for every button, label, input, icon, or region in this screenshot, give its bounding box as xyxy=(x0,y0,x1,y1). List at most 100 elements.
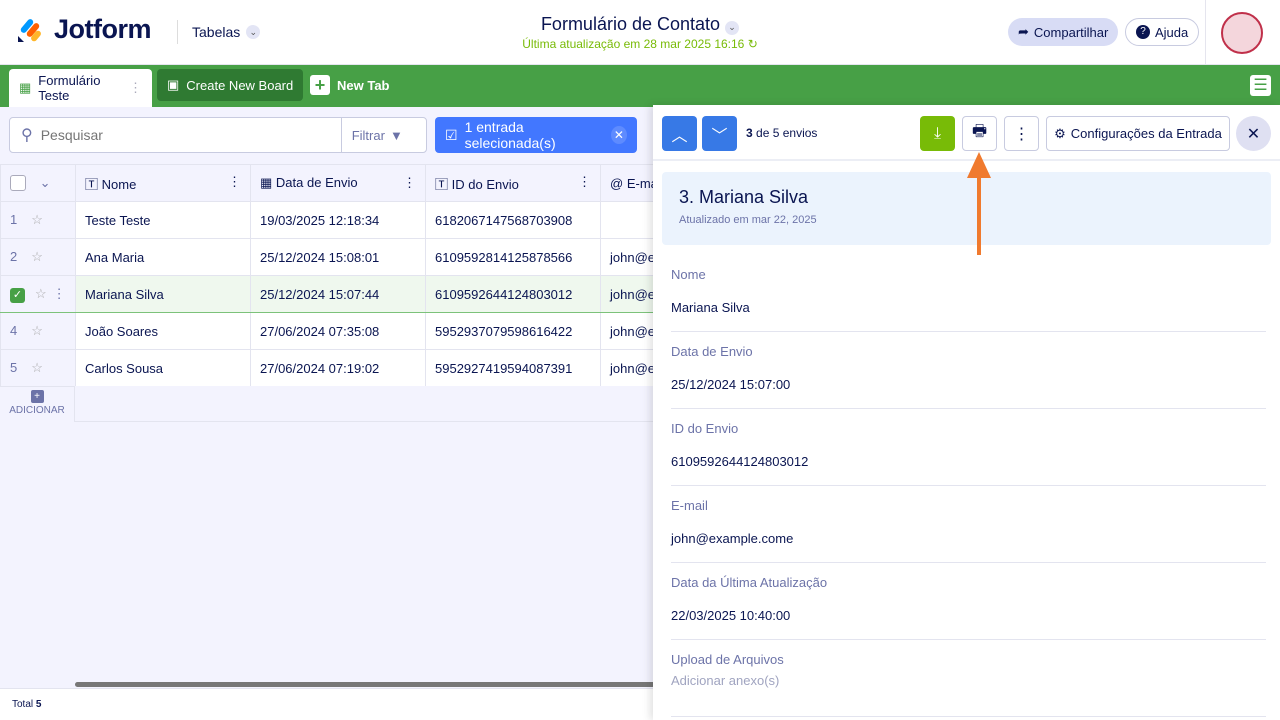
printer-icon: 🖶 xyxy=(971,123,988,140)
entry-field: ID do Envio 6109592644124803012 xyxy=(671,409,1266,486)
chevron-down-icon[interactable]: ⌄ xyxy=(40,175,51,190)
select-all-checkbox[interactable] xyxy=(10,175,26,192)
field-value: john@example.come xyxy=(671,531,794,546)
table-row[interactable]: 4 ☆ João Soares 27/06/2024 07:35:08 59529370… xyxy=(0,312,674,350)
column-header-nome[interactable]: 🅃 Nome ⋮ xyxy=(75,164,251,202)
column-label: ID do Envio xyxy=(451,176,519,192)
cell-id[interactable]: 6109592644124803012 xyxy=(425,275,601,313)
horizontal-scrollbar[interactable] xyxy=(75,682,655,687)
field-value[interactable]: Adicionar anexo(s) xyxy=(671,673,1266,688)
field-label: Data da Última Atualização xyxy=(671,575,828,590)
new-tab-button[interactable]: + New Tab xyxy=(300,69,400,101)
more-icon[interactable]: ⋮ xyxy=(129,80,142,96)
row-menu-icon[interactable]: ⋮ xyxy=(53,286,66,301)
column-header-data-de-envio[interactable]: ▦ Data de Envio ⋮ xyxy=(250,164,426,202)
at-icon: @ xyxy=(610,175,624,191)
new-tab-label: New Tab xyxy=(337,77,390,93)
entry-field: Upload de Arquivos Adicionar anexo(s) xyxy=(671,640,1266,717)
add-row-button[interactable]: + ADICIONAR xyxy=(0,386,75,422)
row-number-cell[interactable]: 1 ☆ xyxy=(0,201,76,239)
help-button[interactable]: ? Ajuda xyxy=(1125,18,1200,46)
cell-nome[interactable]: João Soares xyxy=(75,312,251,350)
column-header-id-do-envio[interactable]: 🅃 ID do Envio ⋮ xyxy=(425,164,601,202)
table-row[interactable]: 2 ☆ Ana Maria 25/12/2024 15:08:01 6109592814… xyxy=(0,238,674,276)
close-panel-button[interactable]: ✕ xyxy=(1236,116,1271,151)
cell-id[interactable]: 6182067147568703908 xyxy=(425,201,601,239)
star-icon[interactable]: ☆ xyxy=(31,360,43,375)
table-row[interactable]: 5 ☆ Carlos Sousa 27/06/2024 07:19:02 5952927… xyxy=(0,349,674,387)
cell-text: Ana Maria xyxy=(85,249,145,265)
next-entry-button[interactable]: ﹀ xyxy=(702,116,737,151)
row-number-cell[interactable]: 4 ☆ xyxy=(0,312,76,350)
create-new-board-button[interactable]: ▣ Create New Board xyxy=(157,69,304,101)
row-number: 4 xyxy=(10,323,18,338)
cell-nome[interactable]: Teste Teste xyxy=(75,201,251,239)
download-button[interactable]: ⤓ xyxy=(920,116,955,151)
cell-text: 27/06/2024 07:35:08 xyxy=(260,323,380,339)
clear-selection-icon[interactable]: ✕ xyxy=(610,126,627,144)
row-number: 1 xyxy=(10,212,18,227)
total-label: Total xyxy=(12,699,34,710)
entry-field: Nome Mariana Silva xyxy=(671,255,1266,332)
row-number-cell[interactable]: 2 ☆ xyxy=(0,238,76,276)
add-row-area xyxy=(75,386,655,422)
column-menu-icon[interactable]: ⋮ xyxy=(403,175,416,191)
selected-entries-badge[interactable]: ☑ 1 entrada selecionada(s) ✕ xyxy=(435,117,637,153)
entry-settings-button[interactable]: ⚙ Configurações da Entrada xyxy=(1046,116,1230,151)
previous-entry-button[interactable]: ︿ xyxy=(662,116,697,151)
star-icon[interactable]: ☆ xyxy=(35,286,47,301)
share-button[interactable]: ➦ Compartilhar xyxy=(1008,18,1119,46)
tab-formulario-teste[interactable]: ▦ Formulário Teste ⋮ xyxy=(9,69,152,107)
cell-data[interactable]: 25/12/2024 15:07:44 xyxy=(250,275,426,313)
star-icon[interactable]: ☆ xyxy=(31,323,43,338)
cell-id[interactable]: 6109592814125878566 xyxy=(425,238,601,276)
board-icon: ▣ xyxy=(167,77,180,92)
more-options-button[interactable]: ⋮ xyxy=(1004,116,1039,151)
cell-data[interactable]: 27/06/2024 07:19:02 xyxy=(250,349,426,387)
field-label: E-mail xyxy=(671,498,708,513)
menu-icon[interactable]: ☰ xyxy=(1250,75,1271,96)
table-row[interactable]: ✓ ☆ ⋮ Mariana Silva 25/12/2024 15:07:44 61095… xyxy=(0,275,674,313)
row-number-cell[interactable]: 5 ☆ xyxy=(0,349,76,387)
cell-data[interactable]: 19/03/2025 12:18:34 xyxy=(250,201,426,239)
entry-detail-panel: ︿ ﹀ 3 de 5 envios ⤓ 🖶 ⋮ ⚙ Configurações d… xyxy=(653,105,1280,720)
search-input[interactable] xyxy=(40,127,341,143)
field-label: Nome xyxy=(671,267,706,282)
field-value: 22/03/2025 10:40:00 xyxy=(671,608,791,623)
cell-nome[interactable]: Mariana Silva xyxy=(75,275,251,313)
refresh-icon[interactable]: ↻ xyxy=(748,37,758,51)
cell-nome[interactable]: Carlos Sousa xyxy=(75,349,251,387)
entry-field: Data da Última Atualização 22/03/2025 10:… xyxy=(671,563,1266,640)
last-updated-text: Última atualização em 28 mar 2025 16:16 xyxy=(522,37,745,51)
column-menu-icon[interactable]: ⋮ xyxy=(578,174,591,190)
chevron-down-icon: ﹀ xyxy=(711,127,728,145)
cell-text: João Soares xyxy=(85,323,158,339)
cell-nome[interactable]: Ana Maria xyxy=(75,238,251,276)
row-number-cell[interactable]: ✓ ☆ ⋮ xyxy=(0,275,76,313)
search-box[interactable]: ⚲ Filtrar▼ xyxy=(9,117,427,153)
field-label: Data de Envio xyxy=(671,344,753,359)
star-icon[interactable]: ☆ xyxy=(31,212,43,227)
data-table: ⌄ 🅃 Nome ⋮ ▦ Data de Envio ⋮ 🅃 ID do Envio… xyxy=(0,164,674,387)
cell-data[interactable]: 25/12/2024 15:08:01 xyxy=(250,238,426,276)
entry-title: 3. Mariana Silva xyxy=(679,187,809,207)
column-label: Data de Envio xyxy=(275,175,358,190)
filter-button[interactable]: Filtrar ▼ xyxy=(340,118,413,152)
column-menu-icon[interactable]: ⋮ xyxy=(228,174,241,190)
cell-data[interactable]: 27/06/2024 07:35:08 xyxy=(250,312,426,350)
plus-icon: + xyxy=(310,75,330,95)
row-checkbox-checked[interactable]: ✓ xyxy=(10,287,25,303)
table-toolbar: ⚲ Filtrar▼ ☑ 1 entrada selecionada(s) ✕ xyxy=(0,107,660,165)
cell-id[interactable]: 5952937079598616422 xyxy=(425,312,601,350)
close-icon: ✕ xyxy=(1246,125,1261,143)
table-row[interactable]: 1 ☆ Teste Teste 19/03/2025 12:18:34 61820671… xyxy=(0,201,674,239)
cell-text: Mariana Silva xyxy=(85,286,164,302)
filter-icon: ▼ xyxy=(389,127,403,143)
select-all-cell[interactable]: ⌄ xyxy=(0,164,76,202)
cell-id[interactable]: 5952927419594087391 xyxy=(425,349,601,387)
avatar[interactable] xyxy=(1221,12,1263,54)
print-button[interactable]: 🖶 xyxy=(962,116,997,151)
star-icon[interactable]: ☆ xyxy=(31,249,43,264)
entry-counter: 3 de 5 envios xyxy=(746,126,817,140)
download-icon: ⤓ xyxy=(933,124,942,142)
